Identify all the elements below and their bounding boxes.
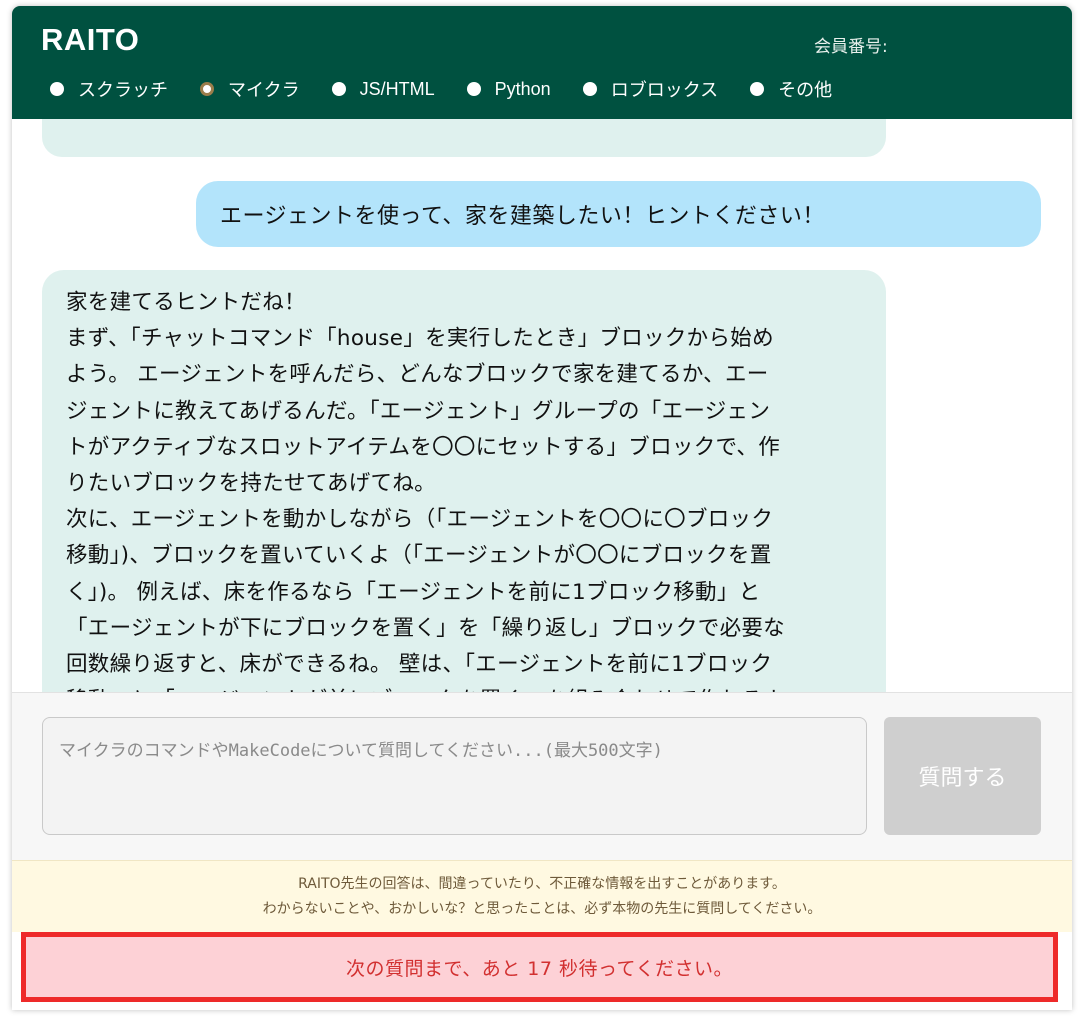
ai-message-bubble-previous — [42, 119, 886, 157]
radio-label: スクラッチ — [78, 80, 168, 101]
ai-message-line: まず、「チャットコマンド「house」を実行したとき」ブロックから始め — [66, 326, 774, 352]
radio-roblox[interactable]: ロブロックス — [582, 76, 719, 102]
ai-message-line: よう。 エージェントを呼んだら、どんなブロックで家を建てるか、エー — [66, 362, 769, 388]
radio-minecraft[interactable]: マイクラ — [200, 76, 300, 102]
radio-python[interactable]: Python — [466, 78, 551, 100]
chat-history[interactable]: エージェントを使って、家を建築したい！ヒントください！ 家を建てるヒントだね！ … — [12, 119, 1072, 692]
disclaimer-line-1: RAITO先生の回答は、間違っていたり、不正確な情報を出すことがあります。 — [298, 876, 786, 892]
ai-message-bubble: 家を建てるヒントだね！ まず、「チャットコマンド「house」を実行したとき」ブ… — [42, 270, 886, 692]
question-input[interactable] — [42, 717, 867, 835]
radio-button-icon[interactable] — [466, 82, 481, 96]
radio-label: Python — [494, 78, 551, 99]
category-radio-group: スクラッチ マイクラ JS/HTML Python ロブロックス その他 — [50, 76, 864, 102]
ai-message-line: 次に、エージェントを動かしながら（「エージェントを〇〇に〇ブロック — [66, 507, 774, 533]
app-window: RAITO 会員番号: スクラッチ マイクラ JS/HTML Python ロブ… — [12, 6, 1072, 1010]
cooldown-warning-text: 次の質問まで、あと 17 秒待ってください。 — [346, 957, 733, 980]
radio-button-icon[interactable] — [582, 82, 597, 96]
ai-message-line: 回数繰り返すと、床ができるね。 壁は、「エージェントを前に1ブロック — [66, 652, 773, 678]
ai-message-line: 「エージェントが下にブロックを置く」を「繰り返し」ブロックで必要な — [66, 615, 785, 641]
member-number-label: 会員番号: — [814, 37, 888, 57]
radio-button-icon[interactable] — [50, 82, 64, 96]
user-message-bubble: エージェントを使って、家を建築したい！ヒントください！ — [196, 181, 1041, 247]
user-message-text: エージェントを使って、家を建築したい！ヒントください！ — [220, 204, 825, 229]
radio-button-icon[interactable] — [331, 82, 346, 96]
question-input-area: 質問する — [12, 692, 1072, 861]
radio-button-icon[interactable] — [750, 82, 765, 96]
radio-label: JS/HTML — [359, 78, 435, 99]
disclaimer-line-2: わからないことや、おかしいな？と思ったことは、必ず本物の先生に質問してください。 — [262, 901, 822, 917]
radio-other[interactable]: その他 — [750, 76, 832, 102]
radio-scratch[interactable]: スクラッチ — [50, 76, 168, 102]
ask-button[interactable]: 質問する — [884, 717, 1041, 835]
ai-message-line: 家を建てるヒントだね！ — [66, 290, 306, 315]
ai-message-line: りたいブロックを持たせてあげてね。 — [66, 471, 436, 497]
disclaimer-notice: RAITO先生の回答は、間違っていたり、不正確な情報を出すことがあります。 わか… — [12, 860, 1072, 932]
ai-message-line: く」)。 例えば、床を作るなら「エージェントを前に1ブロック移動」と — [66, 579, 761, 605]
radio-label: ロブロックス — [610, 80, 719, 101]
radio-label: その他 — [778, 80, 833, 101]
ai-message-line: トがアクティブなスロットアイテムを〇〇にセットする」ブロックで、作 — [66, 434, 781, 460]
radio-js-html[interactable]: JS/HTML — [331, 78, 435, 100]
radio-button-checked-icon[interactable] — [200, 82, 214, 96]
radio-label: マイクラ — [228, 80, 300, 101]
ai-message-line: ジェントに教えてあげるんだ。「エージェント」グループの「エージェン — [66, 398, 771, 424]
brand-logo: RAITO — [41, 22, 140, 57]
ai-message-line: 移動」)、ブロックを置いていくよ（「エージェントが〇〇にブロックを置 — [66, 543, 772, 569]
cooldown-warning: 次の質問まで、あと 17 秒待ってください。 — [21, 932, 1058, 1002]
ai-message-line: 移動」と「エージェントが前にブロックを置く」を組み合わせて作れるよ。 — [66, 683, 866, 692]
header: RAITO 会員番号: スクラッチ マイクラ JS/HTML Python ロブ… — [12, 6, 1072, 119]
